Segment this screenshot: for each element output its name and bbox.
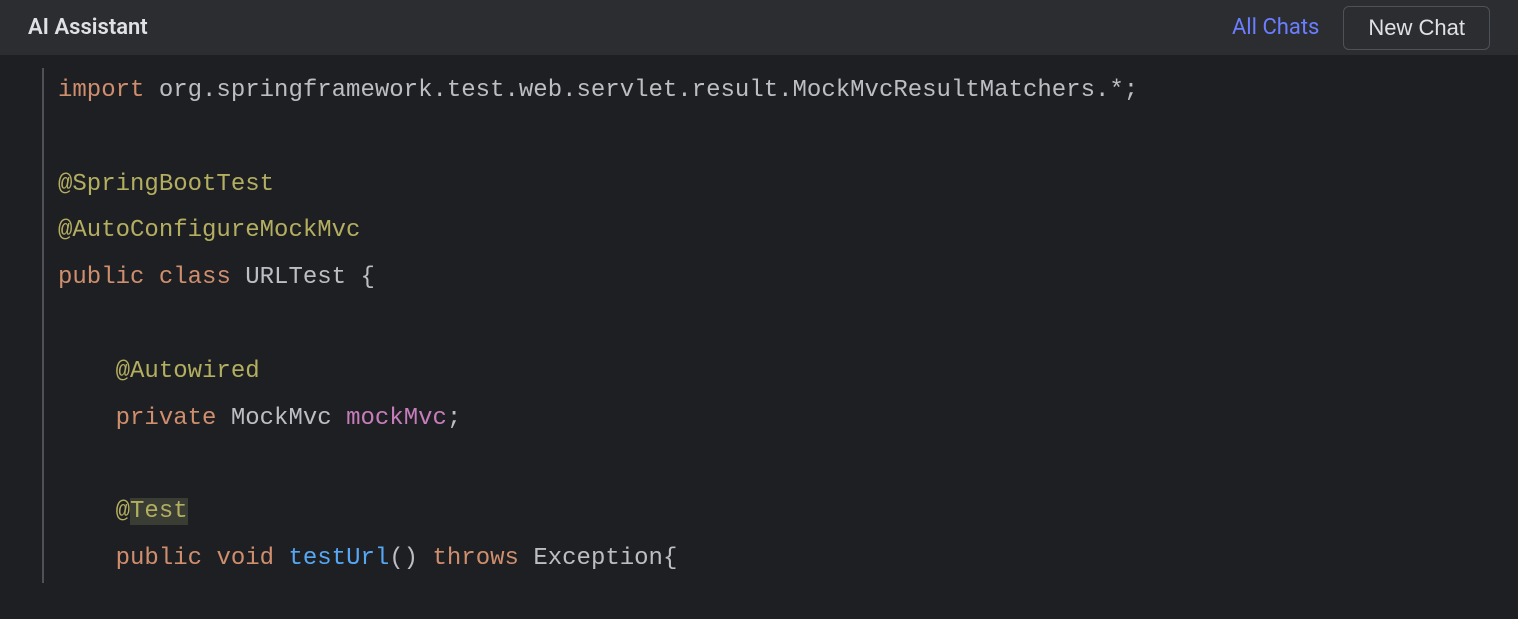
code-token: URLTest: [245, 264, 346, 291]
code-line: private MockMvc mockMvc;: [58, 396, 1518, 443]
code-token: import: [58, 77, 144, 104]
code-block[interactable]: import org.springframework.test.web.serv…: [42, 68, 1518, 583]
code-line: public class URLTest {: [58, 255, 1518, 302]
content-area: import org.springframework.test.web.serv…: [0, 56, 1518, 619]
code-token: [418, 545, 432, 572]
code-line: @AutoConfigureMockMvc: [58, 208, 1518, 255]
code-token: @SpringBootTest: [58, 171, 274, 198]
all-chats-link[interactable]: All Chats: [1232, 15, 1319, 40]
header-actions: All Chats New Chat: [1232, 6, 1490, 50]
code-line: @Autowired: [58, 349, 1518, 396]
code-token: testUrl: [288, 545, 389, 572]
header-bar: AI Assistant All Chats New Chat: [0, 0, 1518, 56]
code-line: [58, 115, 1518, 162]
code-token: public: [58, 264, 144, 291]
code-token: [58, 545, 116, 572]
code-token: (): [389, 545, 418, 572]
code-token: {: [663, 545, 677, 572]
code-token: void: [216, 545, 274, 572]
code-token: Test: [130, 498, 188, 525]
app-title: AI Assistant: [28, 15, 148, 40]
code-token: class: [159, 264, 231, 291]
code-line: public void testUrl() throws Exception{: [58, 536, 1518, 583]
code-token: [274, 545, 288, 572]
code-token: Exception: [533, 545, 663, 572]
code-token: ;: [447, 405, 461, 432]
code-token: {: [346, 264, 375, 291]
code-line: [58, 442, 1518, 489]
code-token: [58, 498, 116, 525]
code-token: [519, 545, 533, 572]
code-token: [58, 358, 116, 385]
code-token: @Autowired: [116, 358, 260, 385]
code-token: public: [116, 545, 202, 572]
code-token: [58, 405, 116, 432]
code-token: @AutoConfigureMockMvc: [58, 217, 360, 244]
code-token: throws: [433, 545, 519, 572]
code-token: MockMvc: [231, 405, 332, 432]
code-token: [216, 405, 230, 432]
code-token: private: [116, 405, 217, 432]
code-token: [144, 264, 158, 291]
code-line: @Test: [58, 489, 1518, 536]
code-token: [202, 545, 216, 572]
code-line: import org.springframework.test.web.serv…: [58, 68, 1518, 115]
code-token: @: [116, 498, 130, 525]
code-token: [231, 264, 245, 291]
code-token: [332, 405, 346, 432]
code-token: org.springframework.test.web.servlet.res…: [144, 77, 1138, 104]
code-token: mockMvc: [346, 405, 447, 432]
code-line: [58, 302, 1518, 349]
code-line: @SpringBootTest: [58, 162, 1518, 209]
new-chat-button[interactable]: New Chat: [1343, 6, 1490, 50]
